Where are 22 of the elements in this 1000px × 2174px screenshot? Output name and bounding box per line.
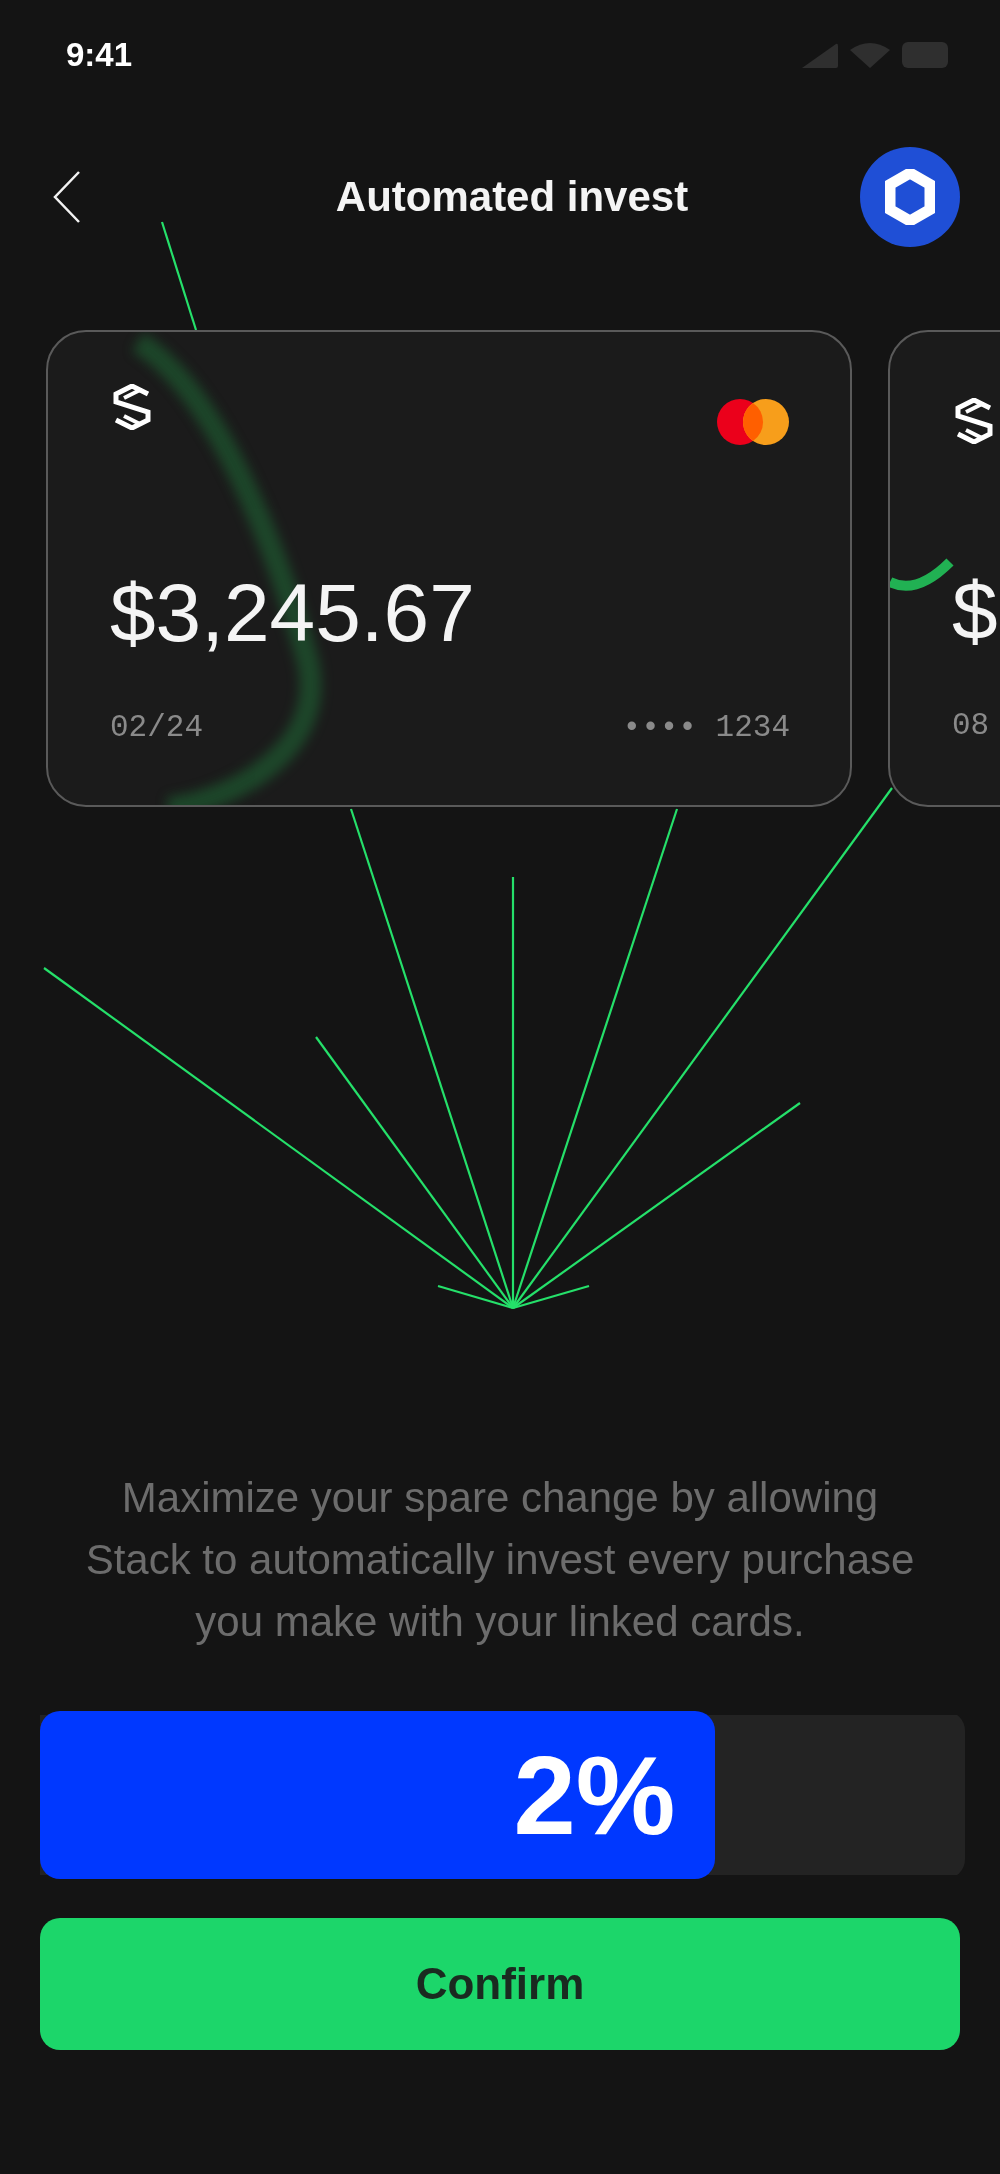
card-balance: $3,245.67 — [110, 572, 475, 654]
percent-value: 2% — [513, 1731, 676, 1860]
screen-title: Automated invest — [335, 173, 689, 221]
description-text: Maximize your spare change by allowing Stack to automatically invest every purchase you make with your linked cards. — [84, 1473, 916, 1647]
mastercard-icon — [716, 398, 790, 446]
card-expiry: 08 — [952, 708, 990, 743]
card-expiry: 02/24 — [110, 710, 203, 745]
hexagon-icon — [885, 169, 935, 225]
swoosh-drawing — [890, 558, 954, 591]
chevron-left-icon — [52, 170, 82, 224]
signal-icon — [800, 42, 838, 68]
confirm-button[interactable]: Confirm — [40, 1918, 960, 2050]
status-time: 9:41 — [66, 36, 133, 74]
slider-fill[interactable]: 2% — [40, 1711, 716, 1879]
card-number: •••• 1234 — [622, 710, 790, 745]
slider-track[interactable]: 2% — [40, 1711, 965, 1879]
wifi-icon — [850, 42, 890, 68]
back-button[interactable] — [52, 170, 82, 224]
card-balance: $ — [952, 570, 998, 652]
battery-icon — [902, 42, 948, 68]
payment-card[interactable]: $ 08 — [888, 330, 1000, 807]
payment-card[interactable]: $3,245.67 02/24 •••• 1234 — [46, 330, 852, 807]
